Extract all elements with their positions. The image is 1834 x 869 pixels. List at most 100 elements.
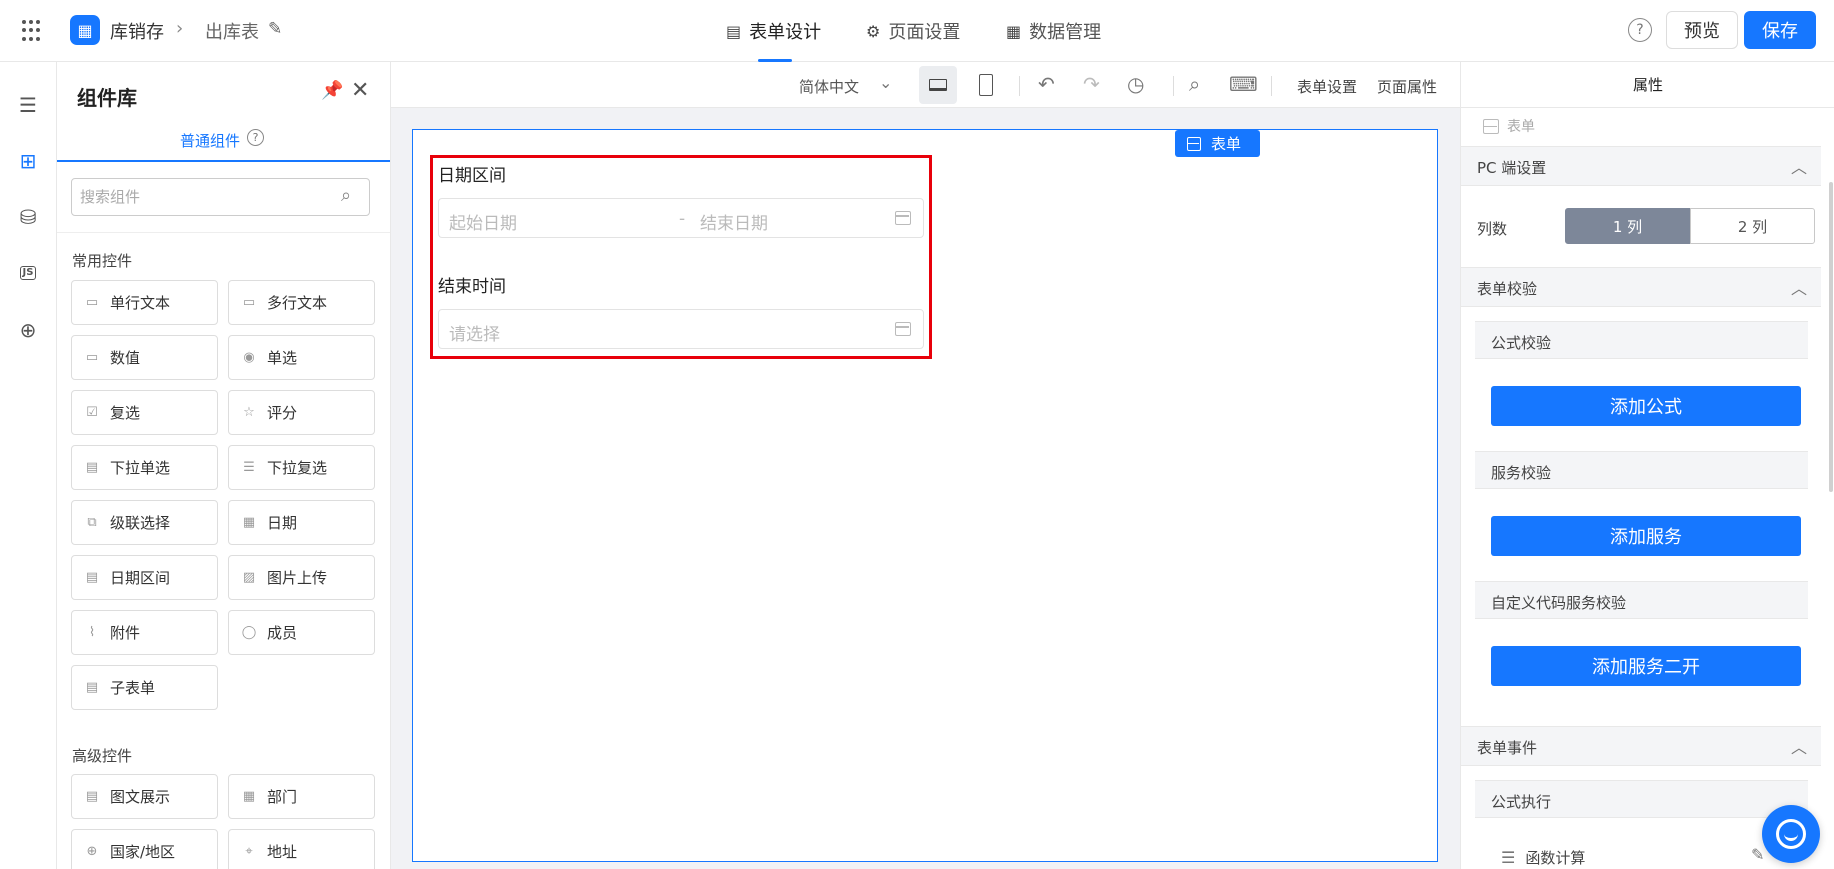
preview-button[interactable]: 预览 <box>1666 11 1738 49</box>
paperclip-icon: ⌇ <box>88 625 96 640</box>
number-icon: ▭ <box>85 350 99 365</box>
help-icon[interactable]: ? <box>1628 18 1652 42</box>
form-icon <box>1187 136 1201 151</box>
breadcrumb-page: 出库表 <box>205 22 259 43</box>
comp-date-range[interactable]: ▤ 日期区间 <box>71 555 218 600</box>
add-service-button[interactable]: 添加服务 <box>1491 516 1801 556</box>
section-form-validation[interactable]: 表单校验 ︿ <box>1461 267 1821 307</box>
outline-icon[interactable]: ☰ <box>13 90 43 120</box>
form-badge[interactable]: 表单 <box>1175 130 1260 157</box>
comp-cascader[interactable]: ⧉ 级联选择 <box>71 500 218 545</box>
save-button[interactable]: 保存 <box>1744 11 1816 49</box>
comp-member[interactable]: ◯ 成员 <box>228 610 375 655</box>
page-props-link[interactable]: 页面属性 <box>1377 76 1437 97</box>
edit-icon[interactable]: ✎ <box>268 19 282 39</box>
func-calc-row[interactable]: ☰ 函数计算 <box>1501 847 1585 868</box>
chevron-up-icon[interactable]: ︿ <box>1791 275 1807 299</box>
app-logo-icon[interactable]: ▦ <box>70 15 100 45</box>
properties-panel: 属性 表单 PC 端设置 ︿ 列数 1 列 2 列 表单校验 ︿ 公式校验 添加… <box>1460 62 1834 869</box>
comp-number[interactable]: ▭ 数值 <box>71 335 218 380</box>
radio-icon: ◉ <box>243 350 255 365</box>
globe-icon[interactable]: ⊕ <box>13 315 43 345</box>
js-label: JS <box>19 266 37 280</box>
pc-view-button[interactable] <box>919 66 957 104</box>
date-range-icon: ▤ <box>85 570 99 585</box>
start-date-placeholder: 起始日期 <box>449 214 517 234</box>
comp-image-upload[interactable]: ▨ 图片上传 <box>228 555 375 600</box>
history-icon[interactable]: ◷ <box>1127 72 1144 96</box>
section-form-events[interactable]: 表单事件 ︿ <box>1461 726 1821 766</box>
tab-common-components[interactable]: 普通组件 <box>180 130 240 151</box>
redo-icon[interactable]: ↷ <box>1083 72 1100 96</box>
comp-country[interactable]: ⊕ 国家/地区 <box>71 829 218 869</box>
column-option-2[interactable]: 2 列 <box>1690 208 1815 244</box>
section-title: PC 端设置 <box>1477 159 1547 177</box>
search-icon[interactable]: ⌕ <box>341 185 351 206</box>
datasource-icon[interactable]: ⛁ <box>13 202 43 232</box>
list-check-icon: ☰ <box>243 460 255 475</box>
add-formula-button[interactable]: 添加公式 <box>1491 386 1801 426</box>
tab-form-design[interactable]: ▤ 表单设计 <box>726 0 821 62</box>
comp-select[interactable]: ▤ 下拉单选 <box>71 445 218 490</box>
comp-multi-text[interactable]: ▭ 多行文本 <box>228 280 375 325</box>
selected-component: 表单 <box>1483 116 1535 136</box>
close-icon[interactable]: ✕ <box>351 78 369 103</box>
chevron-up-icon[interactable]: ︿ <box>1791 734 1807 758</box>
comp-label: 复选 <box>110 404 141 422</box>
language-select[interactable]: 简体中文 <box>799 76 859 97</box>
section-title: 表单事件 <box>1477 739 1538 757</box>
js-icon[interactable]: JS <box>13 258 43 288</box>
tab-page-settings[interactable]: ⚙ 页面设置 <box>866 0 960 62</box>
date-range-input[interactable]: 起始日期 - 结束日期 <box>438 198 924 238</box>
laptop-icon <box>929 79 947 91</box>
comp-subform[interactable]: ▤ 子表单 <box>71 665 218 710</box>
tab-data-management[interactable]: ▦ 数据管理 <box>1006 0 1101 62</box>
keyboard-icon[interactable]: ⌨ <box>1229 72 1258 96</box>
component-panel: 组件库 📌 ✕ 普通组件 ? ⌕ 常用控件 ▭ 单行文本 ▭ 多行文本 ▭ 数值 ◉ 单… <box>57 62 391 869</box>
comp-rich-display[interactable]: ▤ 图文展示 <box>71 774 218 819</box>
comp-date[interactable]: ▦ 日期 <box>228 500 375 545</box>
comp-multi-select[interactable]: ☰ 下拉复选 <box>228 445 375 490</box>
canvas-toolbar: 简体中文 ⌄ ↶ ↷ ◷ ⌕ ⌨ 表单设置 页面属性 <box>391 62 1460 108</box>
pin-icon[interactable]: 📌 <box>321 80 343 101</box>
form-icon <box>1483 118 1499 134</box>
calendar-icon: ▦ <box>242 515 256 530</box>
comp-radio[interactable]: ◉ 单选 <box>228 335 375 380</box>
help-icon[interactable]: ? <box>247 129 264 146</box>
support-chat-button[interactable] <box>1762 805 1820 863</box>
comp-label: 日期 <box>267 514 298 532</box>
apps-grid-icon[interactable] <box>22 20 44 42</box>
subsection-title: 公式执行 <box>1491 793 1552 811</box>
chevron-up-icon[interactable]: ︿ <box>1791 154 1807 178</box>
section-common: 常用控件 <box>72 252 133 270</box>
chevron-right-icon: › <box>176 18 184 39</box>
comp-label: 数值 <box>110 349 141 367</box>
search-input[interactable] <box>71 178 370 216</box>
comp-address[interactable]: ⌖ 地址 <box>228 829 375 869</box>
edit-icon[interactable]: ✎ <box>1751 845 1764 864</box>
comp-attachment[interactable]: ⌇ 附件 <box>71 610 218 655</box>
undo-icon[interactable]: ↶ <box>1038 72 1055 96</box>
form-settings-link[interactable]: 表单设置 <box>1297 76 1357 97</box>
breadcrumb-app[interactable]: 库销存 <box>110 18 164 44</box>
service-validation-header: 服务校验 <box>1475 451 1808 489</box>
components-icon[interactable]: ⊞ <box>13 146 43 176</box>
props-scrollbar[interactable] <box>1829 182 1833 492</box>
end-time-input[interactable]: 请选择 <box>438 309 924 349</box>
comp-single-text[interactable]: ▭ 单行文本 <box>71 280 218 325</box>
end-date-placeholder: 结束日期 <box>700 214 768 234</box>
subsection-title: 自定义代码服务校验 <box>1491 594 1627 612</box>
comp-rating[interactable]: ☆ 评分 <box>228 390 375 435</box>
comp-department[interactable]: ▦ 部门 <box>228 774 375 819</box>
comp-checkbox[interactable]: ☑ 复选 <box>71 390 218 435</box>
mobile-view-icon[interactable] <box>979 74 993 96</box>
column-option-1[interactable]: 1 列 <box>1565 208 1690 244</box>
headset-icon <box>1776 819 1806 849</box>
comp-label: 地址 <box>267 843 298 861</box>
search-icon[interactable]: ⌕ <box>1189 72 1200 96</box>
chevron-down-icon[interactable]: ⌄ <box>879 73 892 92</box>
comp-label: 子表单 <box>110 679 156 697</box>
add-service-ext-button[interactable]: 添加服务二开 <box>1491 646 1801 686</box>
selected-label: 表单 <box>1507 119 1535 135</box>
section-pc-settings[interactable]: PC 端设置 ︿ <box>1461 146 1821 186</box>
